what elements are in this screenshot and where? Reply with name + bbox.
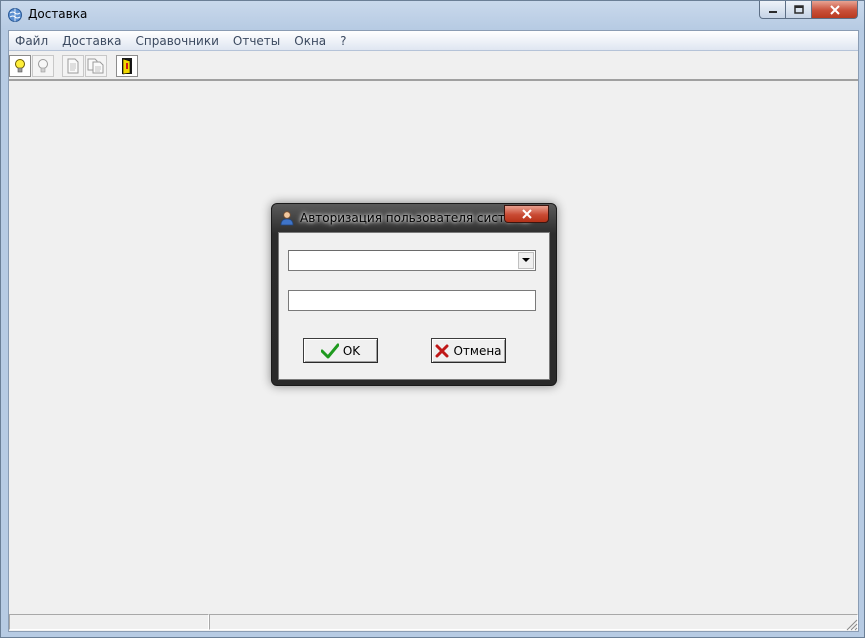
user-combobox[interactable] [288,250,536,271]
chevron-down-icon [522,258,530,262]
x-mark-icon [435,344,449,357]
user-combo-input[interactable] [291,252,516,269]
status-bar [9,614,858,631]
window-title: Доставка [28,7,88,21]
status-panel-2 [209,614,858,630]
lightbulb-off-icon [38,59,48,73]
combo-dropdown-button[interactable] [518,252,534,269]
documents-icon [87,58,104,74]
minimize-icon [768,10,777,13]
dialog-title: Авторизация пользователя системы [300,211,531,225]
auth-dialog: Авторизация пользователя системы OK Отме… [271,203,557,386]
close-icon [521,209,532,219]
toolbar [9,51,858,80]
globe-icon [7,7,23,23]
close-button[interactable] [812,1,858,19]
caption-buttons [759,1,858,19]
cancel-button[interactable]: Отмена [431,338,506,363]
dialog-body: OK Отмена [278,232,550,380]
maximize-icon [793,5,804,14]
menu-item-reports[interactable]: Отчеты [226,34,287,48]
user-icon [279,210,295,226]
menu-item-delivery[interactable]: Доставка [55,34,128,48]
menu-item-help[interactable]: ? [333,34,353,48]
document-icon [67,58,79,74]
disconnect-button[interactable] [32,55,54,77]
menu-item-references[interactable]: Справочники [129,34,226,48]
maximize-button[interactable] [786,1,812,19]
checkmark-icon [320,343,339,358]
password-input[interactable] [291,292,531,309]
title-bar[interactable]: Доставка [1,1,864,29]
document-button[interactable] [62,55,84,77]
cancel-button-label: Отмена [453,343,502,358]
documents-button[interactable] [85,55,107,77]
menu-bar: Файл Доставка Справочники Отчеты Окна ? [9,31,858,51]
connect-button[interactable] [9,55,31,77]
ok-button-label: OK [342,343,361,358]
password-field[interactable] [288,290,536,311]
close-icon [829,4,840,15]
menu-item-file[interactable]: Файл [9,34,55,48]
exit-button[interactable] [116,55,138,77]
status-panel-1 [9,614,209,630]
lightbulb-on-icon [15,59,25,73]
exit-door-icon [122,58,132,75]
ok-button[interactable]: OK [303,338,378,363]
resize-grip-icon[interactable] [844,617,858,631]
menu-item-windows[interactable]: Окна [287,34,333,48]
dialog-close-button[interactable] [504,205,549,223]
minimize-button[interactable] [759,1,786,19]
